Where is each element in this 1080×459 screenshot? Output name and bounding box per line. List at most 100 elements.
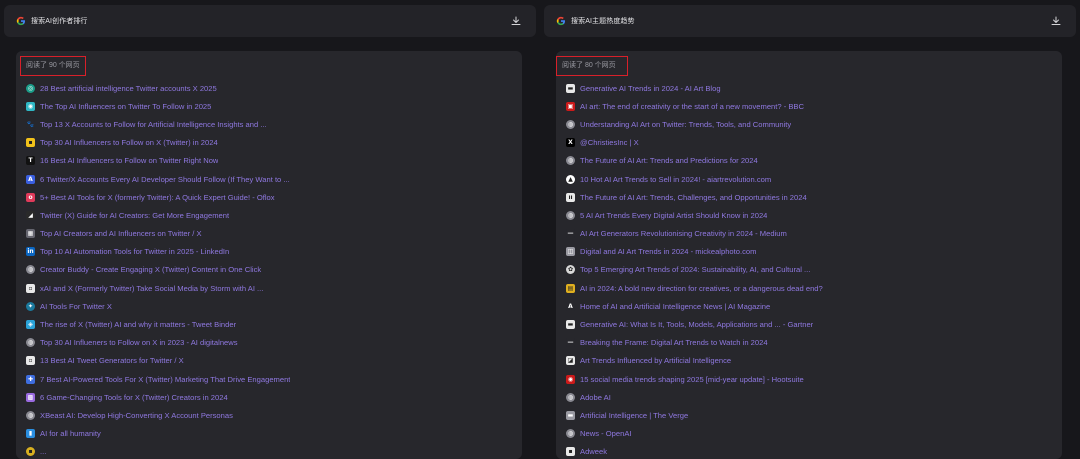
result-title-link[interactable]: 6 Twitter/X Accounts Every AI Developer … <box>40 175 290 184</box>
result-title-link[interactable]: Digital and AI Art Trends in 2024 - mick… <box>580 247 756 256</box>
site-favicon-icon: ▮ <box>26 429 35 439</box>
result-item[interactable]: ✚ 7 Best AI-Powered Tools For X (Twitter)… <box>26 370 512 388</box>
result-item[interactable]: ▫ 13 Best AI Tweet Generators for Twitter… <box>26 352 512 370</box>
result-title-link[interactable]: Breaking the Frame: Digital Art Trends t… <box>580 338 768 347</box>
result-item[interactable]: ◈ The rise of X (Twitter) AI and why it m… <box>26 315 512 333</box>
medium-icon: — <box>566 229 575 239</box>
result-item[interactable]: A Home of AI and Artificial Intelligence … <box>566 297 1052 315</box>
result-title-link[interactable]: News - OpenAI <box>580 429 632 438</box>
result-title-link[interactable]: XBeast AI: Develop High-Converting X Acc… <box>40 411 233 420</box>
result-title-link[interactable]: 28 Best artificial intelligence Twitter … <box>40 84 217 93</box>
site-favicon-icon: ▬ <box>566 83 575 93</box>
result-item[interactable]: ▬ Generative AI: What Is It, Tools, Model… <box>566 315 1052 333</box>
result-item[interactable]: ✦ AI Tools For Twitter X <box>26 297 512 315</box>
result-item[interactable]: ◍ Adobe AI <box>566 388 1052 406</box>
result-item[interactable]: ◍ 5 AI Art Trends Every Digital Artist Sh… <box>566 206 1052 224</box>
result-title-link[interactable]: Twitter (X) Guide for AI Creators: Get M… <box>40 211 229 220</box>
result-title-link[interactable]: Top 10 AI Automation Tools for Twitter i… <box>40 247 229 256</box>
result-title-link[interactable]: Home of AI and Artificial Intelligence N… <box>580 302 770 311</box>
download-icon[interactable] <box>1050 15 1062 27</box>
result-title-link[interactable]: AI Art Generators Revolutionising Creati… <box>580 229 787 238</box>
site-favicon-icon: — <box>566 338 575 348</box>
result-item[interactable]: — Breaking the Frame: Digital Art Trends … <box>566 334 1052 352</box>
result-title-link[interactable]: ... <box>40 447 46 456</box>
result-title-link[interactable]: AI Tools For Twitter X <box>40 302 112 311</box>
result-item[interactable]: ◍ The Future of AI Art: Trends and Predic… <box>566 152 1052 170</box>
result-item[interactable]: ◍ Top 30 AI Influeners to Follow on X in … <box>26 334 512 352</box>
result-item[interactable]: ▪... <box>26 443 512 459</box>
globe-icon: ◍ <box>26 338 35 348</box>
result-title-link[interactable]: Creator Buddy - Create Engaging X (Twitt… <box>40 265 261 274</box>
result-item[interactable]: — AI Art Generators Revolutionising Creat… <box>566 225 1052 243</box>
result-title-link[interactable]: Generative AI: What Is It, Tools, Models… <box>580 320 813 329</box>
result-title-link[interactable]: Art Trends Influenced by Artificial Inte… <box>580 356 731 365</box>
result-item[interactable]: ▬ Artificial Intelligence | The Verge <box>566 406 1052 424</box>
result-title-link[interactable]: AI art: The end of creativity or the sta… <box>580 102 804 111</box>
result-title-link[interactable]: Top AI Creators and AI Influencers on Tw… <box>40 229 202 238</box>
site-favicon-icon: ✚ <box>26 374 35 384</box>
result-item[interactable]: ▲ 10 Hot AI Art Trends to Sell in 2024! -… <box>566 170 1052 188</box>
results-card: 阅读了 90 个网页 ◎ 28 Best artificial intellige… <box>16 51 522 459</box>
result-item[interactable]: T 16 Best AI Influencers to Follow on Twi… <box>26 152 512 170</box>
result-item[interactable]: ◉ The Top AI Influencers on Twitter To Fo… <box>26 97 512 115</box>
result-item[interactable]: ◍ News - OpenAI <box>566 425 1052 443</box>
globe-icon: ◍ <box>566 119 575 129</box>
result-item[interactable]: ◍ XBeast AI: Develop High-Converting X Ac… <box>26 406 512 424</box>
result-title-link[interactable]: Top 30 AI Influencers to Follow on X (Tw… <box>40 138 218 147</box>
result-title-link[interactable]: 6 Game-Changing Tools for X (Twitter) Cr… <box>40 393 228 402</box>
result-title-link[interactable]: The Top AI Influencers on Twitter To Fol… <box>40 102 211 111</box>
result-title-link[interactable]: Generative AI Trends in 2024 - AI Art Bl… <box>580 84 721 93</box>
globe-icon: ◍ <box>26 410 35 420</box>
result-title-link[interactable]: Top 30 AI Influeners to Follow on X in 2… <box>40 338 238 347</box>
result-item[interactable]: ▪ Adweek <box>566 443 1052 459</box>
result-title-link[interactable]: 13 Best AI Tweet Generators for Twitter … <box>40 356 184 365</box>
result-title-link[interactable]: @ChristiesInc | X <box>580 138 639 147</box>
result-item[interactable]: ◪ Art Trends Influenced by Artificial Int… <box>566 352 1052 370</box>
panel-header: 搜索AI创作者排行 <box>4 5 536 37</box>
result-item[interactable]: o 5+ Best AI Tools for X (formerly Twitte… <box>26 188 512 206</box>
result-item[interactable]: ◉ 15 social media trends shaping 2025 [mi… <box>566 370 1052 388</box>
result-item[interactable]: ▪ Top 30 AI Influencers to Follow on X (T… <box>26 134 512 152</box>
result-item[interactable]: ◍ Understanding AI Art on Twitter: Trends… <box>566 115 1052 133</box>
result-title-link[interactable]: 16 Best AI Influencers to Follow on Twit… <box>40 156 218 165</box>
result-item[interactable]: ▬ Generative AI Trends in 2024 - AI Art B… <box>566 79 1052 97</box>
result-title-link[interactable]: 5 AI Art Trends Every Digital Artist Sho… <box>580 211 767 220</box>
result-item[interactable]: 🐾 Top 13 X Accounts to Follow for Artific… <box>26 115 512 133</box>
result-item[interactable]: ◢ Twitter (X) Guide for AI Creators: Get … <box>26 206 512 224</box>
result-item[interactable]: ◫ Digital and AI Art Trends in 2024 - mic… <box>566 243 1052 261</box>
result-item[interactable]: ▩ 6 Game-Changing Tools for X (Twitter) C… <box>26 388 512 406</box>
result-title-link[interactable]: Understanding AI Art on Twitter: Trends,… <box>580 120 791 129</box>
result-item[interactable]: ✿ Top 5 Emerging Art Trends of 2024: Sust… <box>566 261 1052 279</box>
hootsuite-icon: ◉ <box>566 374 575 384</box>
site-favicon-icon: ▪ <box>26 447 35 457</box>
result-title-link[interactable]: 10 Hot AI Art Trends to Sell in 2024! - … <box>580 175 771 184</box>
result-item[interactable]: ▮ AI for all humanity <box>26 425 512 443</box>
result-title-link[interactable]: 5+ Best AI Tools for X (formerly Twitter… <box>40 193 275 202</box>
result-title-link[interactable]: The Future of AI Art: Trends and Predict… <box>580 156 758 165</box>
result-title-link[interactable]: AI in 2024: A bold new direction for cre… <box>580 284 823 293</box>
result-title-link[interactable]: AI for all humanity <box>40 429 101 438</box>
download-icon[interactable] <box>510 15 522 27</box>
result-item[interactable]: ▣ AI art: The end of creativity or the st… <box>566 97 1052 115</box>
result-title-link[interactable]: Adobe AI <box>580 393 611 402</box>
result-item[interactable]: X @ChristiesInc | X <box>566 134 1052 152</box>
result-title-link[interactable]: Top 5 Emerging Art Trends of 2024: Susta… <box>580 265 810 274</box>
result-title-link[interactable]: 15 social media trends shaping 2025 [mid… <box>580 375 804 384</box>
result-title-link[interactable]: Adweek <box>580 447 607 456</box>
site-favicon-icon: ◢ <box>26 210 35 220</box>
result-item[interactable]: ◍ Creator Buddy - Create Engaging X (Twit… <box>26 261 512 279</box>
result-item[interactable]: ▦ Top AI Creators and AI Influencers on T… <box>26 225 512 243</box>
result-title-link[interactable]: The Future of AI Art: Trends, Challenges… <box>580 193 807 202</box>
result-title-link[interactable]: 7 Best AI-Powered Tools For X (Twitter) … <box>40 375 290 384</box>
result-item[interactable]: ◎ 28 Best artificial intelligence Twitter… <box>26 79 512 97</box>
result-item[interactable]: A 6 Twitter/X Accounts Every AI Developer… <box>26 170 512 188</box>
result-title-link[interactable]: Artificial Intelligence | The Verge <box>580 411 688 420</box>
result-item[interactable]: in Top 10 AI Automation Tools for Twitter… <box>26 243 512 261</box>
result-title-link[interactable]: xAI and X (Formerly Twitter) Take Social… <box>40 284 263 293</box>
result-item[interactable]: ▤ AI in 2024: A bold new direction for cr… <box>566 279 1052 297</box>
result-item[interactable]: ıı The Future of AI Art: Trends, Challeng… <box>566 188 1052 206</box>
result-title-link[interactable]: The rise of X (Twitter) AI and why it ma… <box>40 320 236 329</box>
result-item[interactable]: ▫ xAI and X (Formerly Twitter) Take Socia… <box>26 279 512 297</box>
result-title-link[interactable]: Top 13 X Accounts to Follow for Artifici… <box>40 120 267 129</box>
result-list: ◎ 28 Best artificial intelligence Twitter… <box>26 79 512 459</box>
